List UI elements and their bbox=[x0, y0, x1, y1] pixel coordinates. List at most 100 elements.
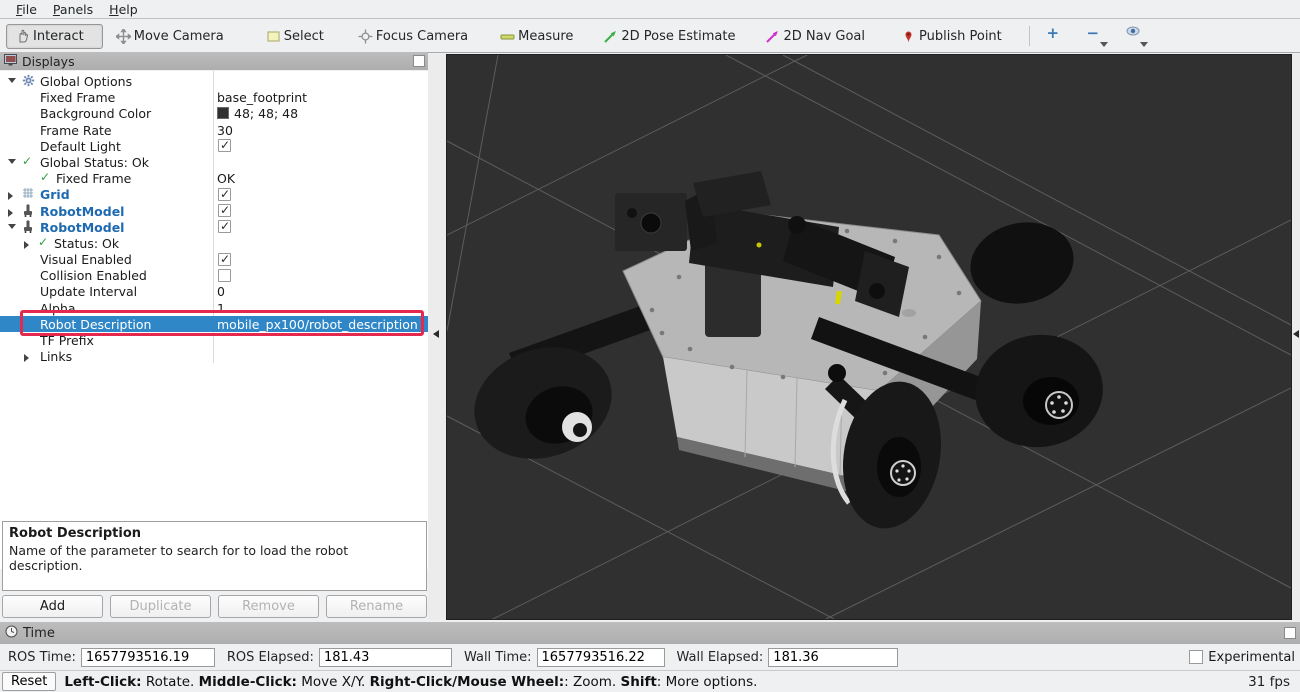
toolbar: Interact Move Camera Select Focus Camera… bbox=[0, 20, 1300, 53]
hand-icon bbox=[15, 29, 30, 44]
tree-row-grid[interactable]: Grid bbox=[0, 186, 428, 202]
tree-row-collision-enabled[interactable]: Collision Enabled bbox=[0, 267, 428, 283]
expand-arrow-icon[interactable] bbox=[24, 354, 29, 362]
focus-camera-tool-button[interactable]: Focus Camera bbox=[349, 24, 477, 49]
collapse-left-arrow-icon[interactable] bbox=[433, 330, 439, 338]
add-button[interactable]: Add bbox=[2, 595, 103, 618]
ros-elapsed-input[interactable] bbox=[319, 648, 452, 667]
nav-goal-tool-button[interactable]: 2D Nav Goal bbox=[756, 24, 874, 49]
pose-estimate-tool-button[interactable]: 2D Pose Estimate bbox=[594, 24, 744, 49]
checkbox-checked[interactable] bbox=[218, 220, 231, 233]
chevron-down-icon bbox=[1140, 42, 1148, 47]
splitter-right[interactable] bbox=[1292, 54, 1300, 620]
clock-icon bbox=[5, 625, 18, 642]
tree-row-update-interval[interactable]: Update Interval 0 bbox=[0, 283, 428, 299]
panel-float-button[interactable] bbox=[413, 55, 425, 67]
expand-arrow-icon[interactable] bbox=[8, 209, 13, 217]
measure-tool-button[interactable]: Measure bbox=[491, 24, 582, 49]
fps-counter: 31 fps bbox=[1248, 674, 1290, 690]
publish-point-tool-button[interactable]: Publish Point bbox=[892, 24, 1011, 49]
checkbox-checked[interactable] bbox=[218, 204, 231, 217]
tree-label: Global Options bbox=[40, 74, 132, 89]
checkbox-unchecked[interactable] bbox=[218, 269, 231, 282]
remove-tool-button[interactable]: − bbox=[1080, 24, 1106, 48]
duplicate-button[interactable]: Duplicate bbox=[110, 595, 211, 618]
time-panel-header[interactable]: Time bbox=[0, 622, 1300, 644]
expand-arrow-icon[interactable] bbox=[8, 159, 16, 164]
move-arrows-icon bbox=[116, 29, 131, 44]
rename-button[interactable]: Rename bbox=[326, 595, 427, 618]
status-ok-check-icon: ✓ bbox=[22, 155, 35, 168]
tree-value[interactable]: mobile_px100/robot_description bbox=[217, 317, 418, 332]
tree-row-frame-rate[interactable]: Frame Rate 30 bbox=[0, 122, 428, 138]
displays-tree: Global Options Fixed Frame base_footprin… bbox=[0, 71, 428, 569]
move-camera-tool-button[interactable]: Move Camera bbox=[107, 24, 233, 49]
measure-icon bbox=[500, 29, 515, 44]
tree-label: Links bbox=[40, 349, 72, 364]
add-tool-button[interactable]: + bbox=[1040, 24, 1066, 48]
tree-value[interactable]: 30 bbox=[217, 123, 233, 138]
select-box-icon bbox=[266, 29, 281, 44]
tree-label: Status: Ok bbox=[54, 236, 119, 251]
tree-label: RobotModel bbox=[40, 204, 124, 219]
displays-buttons: Add Duplicate Remove Rename bbox=[2, 595, 427, 618]
tree-label: Alpha bbox=[40, 301, 76, 316]
tree-row-background-color[interactable]: Background Color 48; 48; 48 bbox=[0, 105, 428, 121]
reset-button[interactable]: Reset bbox=[2, 672, 56, 691]
color-swatch[interactable] bbox=[217, 107, 229, 119]
ros-elapsed-label: ROS Elapsed: bbox=[227, 650, 314, 665]
tree-value[interactable]: 48; 48; 48 bbox=[234, 106, 298, 121]
tree-row-robot-description[interactable]: Robot Description mobile_px100/robot_des… bbox=[0, 316, 428, 332]
3d-viewport[interactable] bbox=[446, 54, 1292, 620]
tree-row-global-status[interactable]: ✓ Global Status: Ok bbox=[0, 154, 428, 170]
tool-label: Publish Point bbox=[919, 29, 1002, 44]
plus-icon: + bbox=[1046, 24, 1059, 42]
tree-label: Background Color bbox=[40, 106, 151, 121]
description-text: Name of the parameter to search for to l… bbox=[9, 543, 420, 573]
menu-file[interactable]: File bbox=[8, 1, 45, 18]
tree-row-alpha[interactable]: Alpha 1 bbox=[0, 300, 428, 316]
green-arrow-icon bbox=[603, 29, 618, 44]
chevron-down-icon bbox=[1100, 42, 1108, 47]
tree-label: Collision Enabled bbox=[40, 268, 147, 283]
expand-arrow-icon[interactable] bbox=[8, 78, 16, 83]
wall-elapsed-input[interactable] bbox=[768, 648, 898, 667]
tree-row-links[interactable]: Links bbox=[0, 348, 428, 364]
tree-row-default-light[interactable]: Default Light bbox=[0, 138, 428, 154]
menu-help[interactable]: Help bbox=[101, 1, 146, 18]
tree-value[interactable]: 0 bbox=[217, 284, 225, 299]
displays-panel-header[interactable]: Displays bbox=[0, 52, 428, 70]
wall-time-input[interactable] bbox=[537, 648, 665, 667]
interact-tool-button[interactable]: Interact bbox=[6, 24, 103, 49]
menu-panels[interactable]: Panels bbox=[45, 1, 101, 18]
collapse-right-arrow-icon[interactable] bbox=[1293, 330, 1299, 338]
expand-arrow-icon[interactable] bbox=[8, 224, 16, 229]
splitter-left[interactable] bbox=[428, 54, 446, 620]
tree-value[interactable]: base_footprint bbox=[217, 90, 307, 105]
tree-row-status-ok[interactable]: ✓ Status: Ok bbox=[0, 235, 428, 251]
robot-model bbox=[460, 171, 1110, 536]
remove-button[interactable]: Remove bbox=[218, 595, 319, 618]
tree-label: Fixed Frame bbox=[40, 90, 115, 105]
tree-row-robotmodel-1[interactable]: RobotModel bbox=[0, 203, 428, 219]
tree-row-global-options[interactable]: Global Options bbox=[0, 73, 428, 89]
expand-arrow-icon[interactable] bbox=[8, 192, 13, 200]
robot-icon bbox=[22, 220, 35, 233]
expand-arrow-icon[interactable] bbox=[24, 241, 29, 249]
tree-value[interactable]: 1 bbox=[217, 301, 225, 316]
tree-label: RobotModel bbox=[40, 220, 124, 235]
tree-row-robotmodel-2[interactable]: RobotModel bbox=[0, 219, 428, 235]
tree-row-fixed-frame[interactable]: Fixed Frame base_footprint bbox=[0, 89, 428, 105]
tool-properties-button[interactable] bbox=[1120, 24, 1146, 48]
select-tool-button[interactable]: Select bbox=[257, 24, 333, 49]
tree-row-fixed-frame-status[interactable]: ✓ Fixed Frame OK bbox=[0, 170, 428, 186]
checkbox-checked[interactable] bbox=[218, 139, 231, 152]
experimental-checkbox[interactable] bbox=[1189, 650, 1203, 664]
tree-row-visual-enabled[interactable]: Visual Enabled bbox=[0, 251, 428, 267]
time-panel-float-button[interactable] bbox=[1284, 627, 1296, 639]
ros-time-input[interactable] bbox=[81, 648, 215, 667]
checkbox-checked[interactable] bbox=[218, 188, 231, 201]
checkbox-checked[interactable] bbox=[218, 253, 231, 266]
tool-label: Move Camera bbox=[134, 29, 224, 44]
tree-row-tf-prefix[interactable]: TF Prefix bbox=[0, 332, 428, 348]
